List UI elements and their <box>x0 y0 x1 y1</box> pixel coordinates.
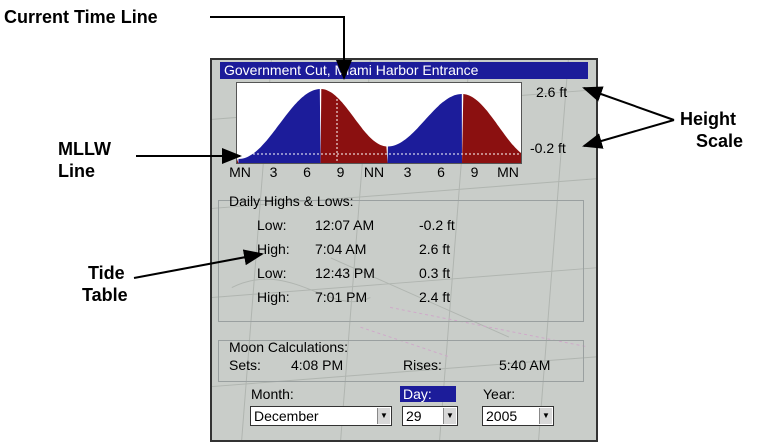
tide-time: 12:43 PM <box>315 265 375 281</box>
title-bar: Government Cut, Miami Harbor Entrance <box>220 62 588 79</box>
tide-table-row: Low: 12:07 AM -0.2 ft <box>219 217 583 239</box>
chevron-down-icon[interactable]: ▼ <box>443 408 456 424</box>
callout-scale-text: Scale <box>696 131 744 151</box>
tide-graph <box>236 82 522 164</box>
year-label: Year: <box>483 386 516 402</box>
tide-height: 2.4 ft <box>419 289 451 305</box>
callout-tide-text: Tide <box>88 263 125 283</box>
tide-time: 12:07 AM <box>315 217 375 233</box>
day-value: 29 <box>406 408 422 424</box>
scale-top-label: 2.6 ft <box>536 84 568 100</box>
tide-graph-svg <box>237 83 521 163</box>
tide-type: High: <box>257 289 290 305</box>
x-tick-label: MN <box>229 164 251 180</box>
falling-tide-area <box>237 159 239 163</box>
month-value: December <box>254 408 319 424</box>
callout-line-text: Line <box>58 161 96 181</box>
month-select[interactable]: December ▼ <box>250 406 392 426</box>
tide-time: 7:01 PM <box>315 289 368 305</box>
chevron-down-icon[interactable]: ▼ <box>377 408 390 424</box>
tide-table-row: High: 7:04 AM 2.6 ft <box>219 241 583 263</box>
x-tick-label: 3 <box>403 164 412 180</box>
highs-lows-panel: Daily Highs & Lows: Low: 12:07 AM -0.2 ft H… <box>218 193 584 322</box>
callout-height-scale: Height Scale <box>680 108 743 152</box>
rising-tide-area <box>387 94 462 163</box>
tide-type: Low: <box>257 265 287 281</box>
year-select[interactable]: 2005 ▼ <box>482 406 554 426</box>
tide-height: 0.3 ft <box>419 265 451 281</box>
tide-type: High: <box>257 241 290 257</box>
month-label: Month: <box>251 386 294 402</box>
callout-height-text: Height <box>680 109 736 129</box>
tide-time: 7:04 AM <box>315 241 367 257</box>
callout-current-time-line: Current Time Line <box>4 7 158 27</box>
x-tick-label: 6 <box>303 164 311 180</box>
tide-type: Low: <box>257 217 287 233</box>
x-tick-label: NN <box>363 164 385 180</box>
falling-tide-area <box>320 89 388 163</box>
moon-panel: Moon Calculations: Sets: 4:08 PM Rises: … <box>218 339 584 382</box>
tide-table-row: High: 7:01 PM 2.4 ft <box>219 289 583 311</box>
callout-table-text: Table <box>82 285 128 305</box>
highs-lows-title: Daily Highs & Lows: <box>229 193 354 209</box>
callout-mllw-line: MLLW Line <box>58 138 111 182</box>
tide-height: 2.6 ft <box>419 241 451 257</box>
tide-screen: Government Cut, Miami Harbor Entrance 2.… <box>210 58 598 442</box>
moon-sets-label: Sets: <box>229 357 261 373</box>
callout-tide-table: Tide Table <box>82 262 128 306</box>
day-label: Day: <box>400 386 456 402</box>
callout-mllw-text: MLLW <box>58 139 111 159</box>
rising-tide-area <box>238 89 321 163</box>
year-value: 2005 <box>486 408 518 424</box>
scale-bottom-label: -0.2 ft <box>530 140 566 156</box>
tide-table-row: Low: 12:43 PM 0.3 ft <box>219 265 583 287</box>
x-tick-label: 9 <box>336 164 345 180</box>
x-tick-label: MN <box>497 164 519 180</box>
falling-tide-area <box>462 94 521 163</box>
moon-sets-time: 4:08 PM <box>291 357 344 373</box>
x-tick-label: 6 <box>437 164 445 180</box>
day-select[interactable]: 29 ▼ <box>402 406 458 426</box>
x-tick-label: 9 <box>470 164 479 180</box>
moon-rises-time: 5:40 AM <box>499 357 551 373</box>
moon-rises-label: Rises: <box>403 357 442 373</box>
tide-height: -0.2 ft <box>419 217 455 233</box>
x-tick-label: 3 <box>269 164 278 180</box>
moon-title: Moon Calculations: <box>229 339 349 355</box>
chevron-down-icon[interactable]: ▼ <box>539 408 552 424</box>
